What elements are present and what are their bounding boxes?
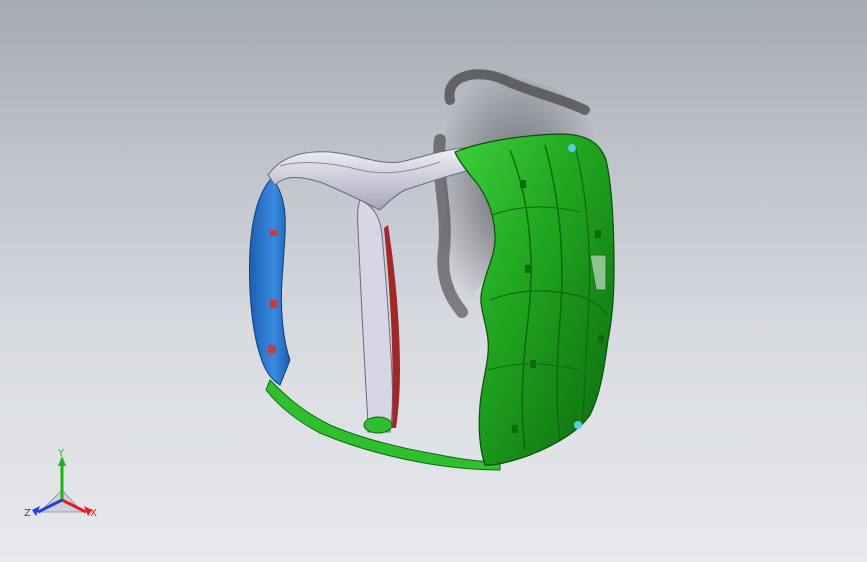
shell-clip [525,265,531,273]
cad-model-view[interactable]: Y X Z [0,0,867,562]
triad-z-label: Z [24,508,31,519]
panel-clip-red [268,345,276,353]
panel-clip-red [270,300,278,308]
shell-clip [512,425,518,433]
triad-x-label: X [90,508,97,519]
shell-clip [530,360,536,368]
coordinate-triad[interactable]: Y X Z [24,448,97,519]
shell-clip [520,180,526,188]
graphics-viewport[interactable]: Y X Z [0,0,867,562]
cyan-fastener [574,421,582,429]
pillar-base-mount [363,416,393,434]
triad-y-label: Y [57,448,65,459]
left-blue-panel[interactable] [248,177,291,386]
shell-clip [598,335,604,343]
center-pillar[interactable] [357,199,400,434]
cyan-fastener [568,144,576,152]
shell-clip [595,230,601,238]
panel-clip-red [270,230,278,236]
main-green-shell[interactable] [454,133,615,466]
